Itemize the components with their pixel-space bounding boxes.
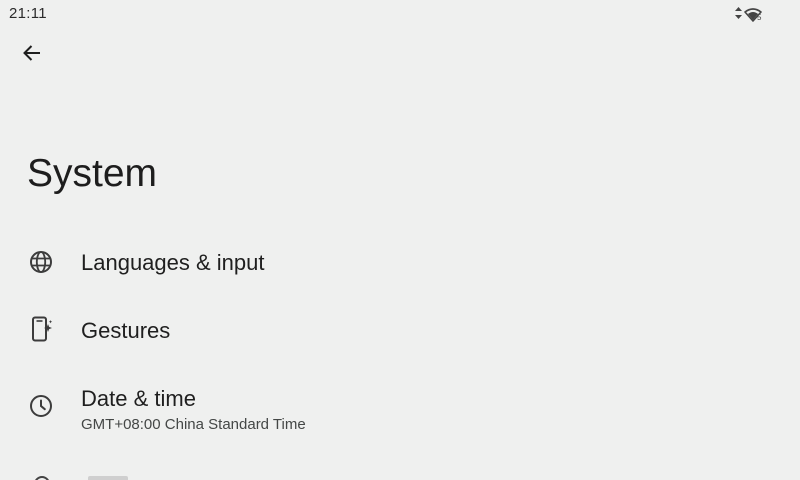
back-button[interactable] [12,36,52,74]
wifi-icon: 5 [744,8,762,22]
settings-list: Languages & input Gestures Date & time G… [0,226,800,442]
settings-item-languages-input[interactable]: Languages & input [0,226,800,294]
partial-label [88,476,128,480]
settings-item-summary: GMT+08:00 China Standard Time [81,416,306,433]
data-arrows-icon [735,6,742,24]
settings-item-gestures[interactable]: Gestures [0,294,800,362]
settings-item-title: Date & time [81,386,196,411]
arrow-back-icon [22,43,42,68]
status-icons: 5 [735,6,762,24]
settings-item-title: Gestures [81,318,171,343]
globe-icon [28,249,54,275]
clock-icon [28,393,54,419]
page-title: System [27,152,158,195]
settings-item-title: Languages & input [81,250,265,275]
next-settings-item-partial[interactable] [0,474,800,480]
gesture-phone-icon [28,316,54,342]
partial-icon [34,476,50,480]
status-bar: 21:11 5 [0,0,800,26]
wifi-badge: 5 [757,13,762,22]
settings-item-date-time[interactable]: Date & time GMT+08:00 China Standard Tim… [0,362,800,442]
status-time: 21:11 [9,5,47,22]
